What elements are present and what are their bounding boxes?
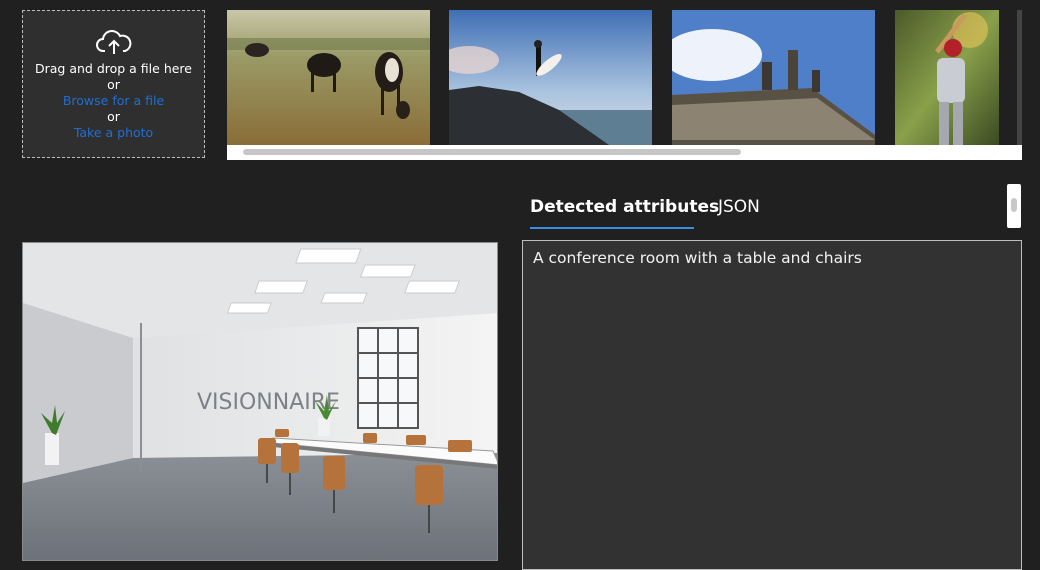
scrollbar-thumb[interactable] [243,149,741,155]
upload-or-text-2: or [107,109,120,124]
cloud-upload-icon [95,30,131,54]
analyzed-image: VISIONNAIRE [22,242,498,561]
browse-file-link[interactable]: Browse for a file [23,93,204,109]
thumbnail-partial [1017,10,1022,145]
thumbnail-list [227,10,1022,145]
tab-detected-attributes[interactable]: Detected attributes [530,190,719,229]
upload-instruction: Drag and drop a file here [35,61,192,76]
panel-scrollbar[interactable] [1007,184,1021,228]
thumbnail-scrollbar[interactable] [227,145,1022,160]
take-photo-link[interactable]: Take a photo [23,125,204,141]
thumbnail-cows[interactable] [227,10,430,145]
result-panel: A conference room with a table and chair… [522,240,1022,570]
thumbnail-surfer[interactable] [449,10,652,145]
visionnaire-logo: VISIONNAIRE [197,390,340,415]
upload-dropzone[interactable]: Drag and drop a file here or Browse for … [22,10,205,158]
image-caption: A conference room with a table and chair… [533,249,862,267]
thumbnail-baseball[interactable] [895,10,999,145]
upload-or-text: or [107,77,120,92]
thumbnail-building[interactable] [672,10,875,145]
tab-json[interactable]: JSON [718,190,768,227]
panel-scrollbar-thumb[interactable] [1011,198,1017,212]
sample-images-strip [227,10,1022,160]
